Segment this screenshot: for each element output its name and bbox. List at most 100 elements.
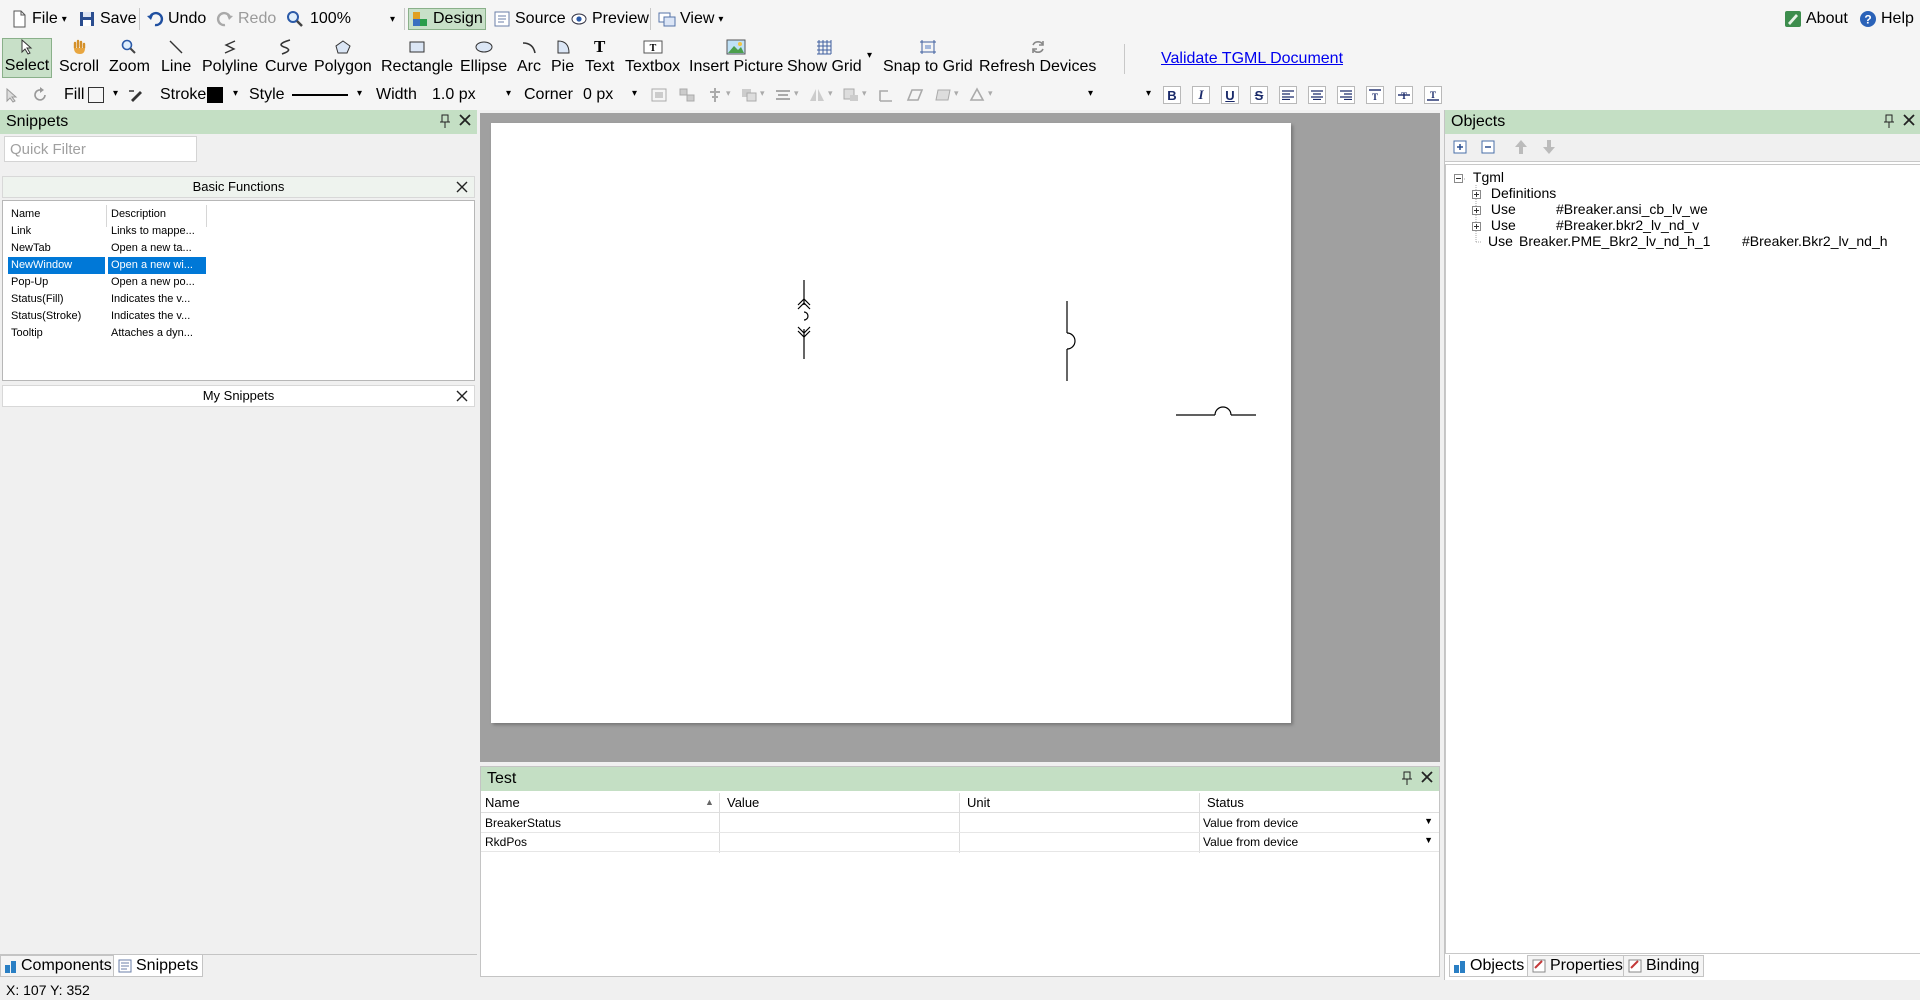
move-up-icon[interactable] xyxy=(1513,138,1529,156)
corner-dropdown-icon[interactable]: ▾ xyxy=(632,88,637,99)
tab-snippets[interactable]: Snippets xyxy=(113,955,204,977)
fill-dropdown-icon[interactable]: ▾ xyxy=(113,88,118,99)
zoom-tool[interactable]: Zoom xyxy=(106,38,153,78)
scroll-tool[interactable]: Scroll xyxy=(56,38,102,78)
close-icon[interactable] xyxy=(456,181,468,193)
line-style-preview[interactable] xyxy=(292,94,348,96)
select-tool[interactable]: Select xyxy=(2,38,52,78)
design-tab[interactable]: Design xyxy=(408,8,486,30)
tab-binding[interactable]: Binding xyxy=(1623,955,1705,977)
tree-node-root[interactable]: Tgml xyxy=(1454,169,1504,185)
ungroup-icon[interactable] xyxy=(678,87,696,103)
view-menu[interactable]: View ▾ xyxy=(656,8,725,30)
expand-icon[interactable] xyxy=(1472,205,1481,215)
close-icon[interactable] xyxy=(456,390,468,402)
align-top-button[interactable]: T xyxy=(1366,86,1384,104)
width-input[interactable]: 1.0 px xyxy=(432,85,506,105)
status-dropdown-icon[interactable]: ▼ xyxy=(1424,816,1433,826)
collapse-icon[interactable] xyxy=(1454,173,1463,183)
pie-tool[interactable]: Pie xyxy=(548,38,577,78)
tree-node-use[interactable]: Use #Breaker.ansi_cb_lv_we xyxy=(1472,201,1708,217)
signal-status[interactable]: Value from device xyxy=(1203,816,1298,830)
align-middle-button[interactable]: T xyxy=(1395,86,1413,104)
basic-functions-header[interactable]: Basic Functions xyxy=(2,176,475,198)
close-icon[interactable] xyxy=(1903,114,1915,126)
stroke-pen-icon[interactable] xyxy=(128,87,146,103)
snap-to-grid-tool[interactable]: Snap to Grid xyxy=(880,38,976,78)
corner-input[interactable]: 0 px xyxy=(583,85,631,105)
group-icon[interactable] xyxy=(650,87,668,103)
description-column-header[interactable]: Description xyxy=(108,206,206,223)
select-all-icon[interactable] xyxy=(4,87,22,103)
polyline-tool[interactable]: Polyline xyxy=(199,38,261,78)
insert-picture-tool[interactable]: Insert Picture xyxy=(686,38,786,78)
source-tab[interactable]: Source xyxy=(491,8,568,30)
tab-properties[interactable]: Properties xyxy=(1527,955,1628,977)
table-row[interactable]: BreakerStatus Value from device ▼ xyxy=(481,814,1439,833)
close-icon[interactable] xyxy=(1421,771,1433,783)
tree-node-use[interactable]: Use #Breaker.bkr2_lv_nd_v xyxy=(1472,217,1699,233)
expand-icon[interactable] xyxy=(1472,221,1481,231)
align-bottom-button[interactable]: T xyxy=(1424,86,1442,104)
my-snippets-header[interactable]: My Snippets xyxy=(2,385,475,407)
signal-status[interactable]: Value from device xyxy=(1203,835,1298,849)
drawing-page[interactable] xyxy=(491,123,1291,723)
stroke-dropdown-icon[interactable]: ▾ xyxy=(233,88,238,99)
redo-button[interactable]: Redo xyxy=(214,8,278,30)
name-column-header[interactable]: Name xyxy=(485,795,520,810)
font-family-dropdown-icon[interactable]: ▾ xyxy=(1088,88,1093,99)
line-tool[interactable]: Line xyxy=(158,38,194,78)
fill-color-swatch[interactable] xyxy=(88,87,104,103)
breaker-symbol-bkr2-horizontal[interactable] xyxy=(1176,406,1256,416)
textbox-tool[interactable]: T Textbox xyxy=(622,38,683,78)
path-icon[interactable] xyxy=(878,87,896,103)
pin-icon[interactable] xyxy=(439,114,451,128)
flip-icon[interactable] xyxy=(808,87,826,103)
value-column-header[interactable]: Value xyxy=(727,795,759,810)
about-button[interactable]: About xyxy=(1782,8,1850,30)
tab-components[interactable]: Components xyxy=(0,955,117,977)
status-column-header[interactable]: Status xyxy=(1207,795,1244,810)
strikethrough-button[interactable]: S xyxy=(1250,86,1268,104)
bold-button[interactable]: B xyxy=(1163,86,1181,104)
align-icon[interactable] xyxy=(706,87,724,103)
polygon-tool[interactable]: Polygon xyxy=(311,38,375,78)
ellipse-tool[interactable]: Ellipse xyxy=(457,38,510,78)
font-size-dropdown-icon[interactable]: ▾ xyxy=(1146,88,1151,99)
breaker-symbol-ansi-cb[interactable] xyxy=(797,280,811,359)
close-icon[interactable] xyxy=(459,114,471,126)
font-family-select[interactable] xyxy=(1001,87,1101,104)
rotate-icon[interactable] xyxy=(32,87,50,103)
align-right-button[interactable] xyxy=(1337,86,1355,104)
move-down-icon[interactable] xyxy=(1541,138,1557,156)
underline-button[interactable]: U xyxy=(1221,86,1239,104)
pin-icon[interactable] xyxy=(1401,771,1413,785)
style-dropdown-icon[interactable]: ▾ xyxy=(357,88,362,99)
zoom-select[interactable]: 100% ▾ xyxy=(286,8,395,30)
validate-tgml-link[interactable]: Validate TGML Document xyxy=(1161,50,1343,68)
breaker-symbol-bkr2-vertical[interactable] xyxy=(1066,301,1076,381)
distribute-icon[interactable] xyxy=(774,87,792,103)
refresh-devices-tool[interactable]: Refresh Devices xyxy=(976,38,1099,78)
arc-tool[interactable]: Arc xyxy=(514,38,544,78)
text-tool[interactable]: T Text xyxy=(582,37,617,78)
quick-filter-input[interactable]: Quick Filter xyxy=(4,136,197,162)
rectangle-tool[interactable]: Rectangle xyxy=(378,38,456,78)
shear-icon[interactable] xyxy=(906,87,924,103)
italic-button[interactable]: I xyxy=(1192,86,1210,104)
font-size-select[interactable] xyxy=(1104,87,1148,104)
tree-node-use[interactable]: Use Breaker.PME_Bkr2_lv_nd_h_1 #Breaker.… xyxy=(1488,233,1888,249)
order-icon[interactable] xyxy=(740,87,758,103)
size-icon[interactable] xyxy=(842,87,860,103)
pin-icon[interactable] xyxy=(1883,114,1895,128)
width-dropdown-icon[interactable]: ▾ xyxy=(506,88,511,99)
show-grid-tool[interactable]: Show Grid xyxy=(784,38,865,78)
transform-icon[interactable] xyxy=(934,87,952,103)
align-center-button[interactable] xyxy=(1308,86,1326,104)
collapse-all-icon[interactable] xyxy=(1481,140,1495,154)
expand-icon[interactable] xyxy=(1472,189,1481,199)
tree-node-definitions[interactable]: Definitions xyxy=(1472,185,1556,201)
align-left-button[interactable] xyxy=(1279,86,1297,104)
name-column-header[interactable]: Name xyxy=(8,206,105,223)
show-grid-dropdown-icon[interactable]: ▾ xyxy=(867,50,872,61)
